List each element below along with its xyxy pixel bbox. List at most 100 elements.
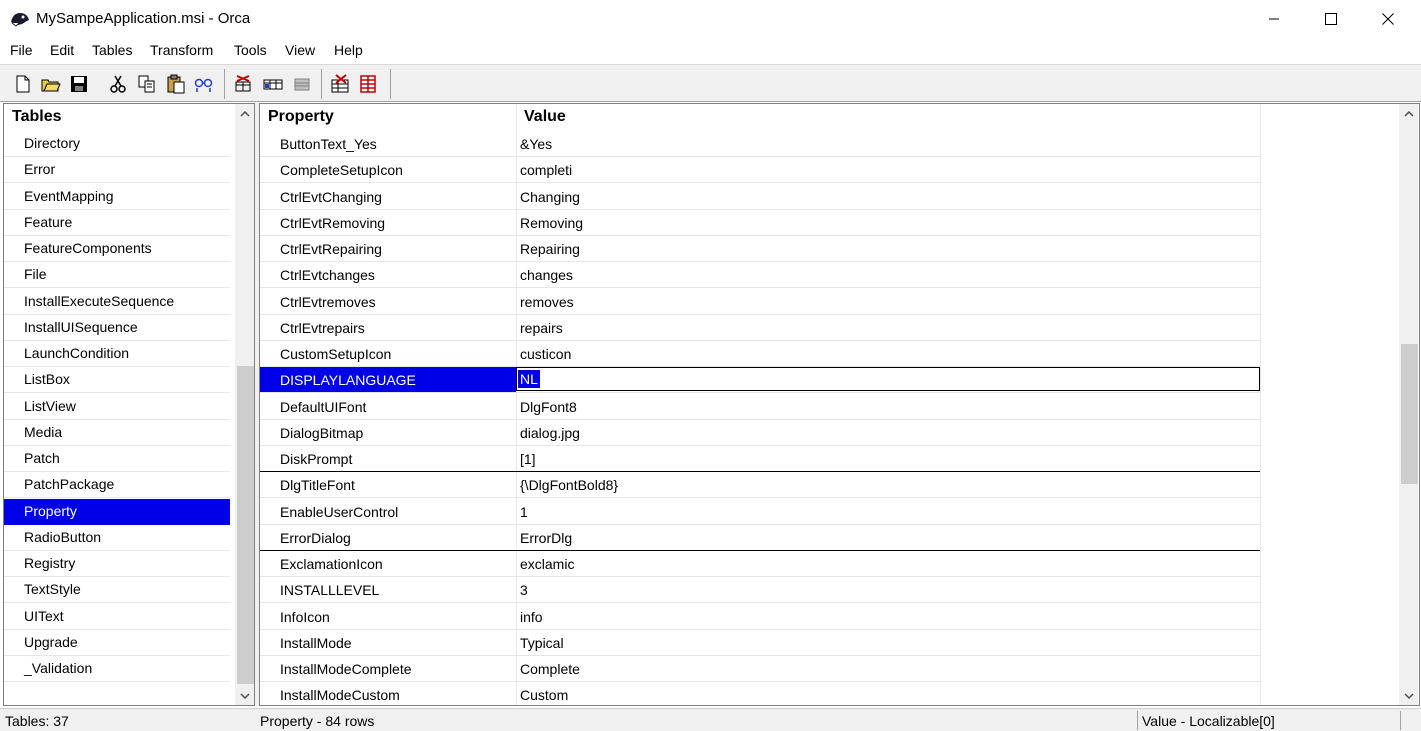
property-cell[interactable]: CustomSetupIcon xyxy=(280,346,391,362)
table-row[interactable]: CompleteSetupIcon completi xyxy=(260,157,1260,184)
table-row[interactable]: CtrlEvtrepairs repairs xyxy=(260,315,1260,341)
table-list-item[interactable]: EventMapping xyxy=(4,184,230,210)
table-list-item[interactable]: Media xyxy=(4,420,230,446)
table-row[interactable]: DiskPrompt [1] xyxy=(260,446,1260,472)
scroll-down-icon[interactable] xyxy=(235,686,254,705)
table-list-item[interactable]: Patch xyxy=(4,446,230,472)
open-icon[interactable] xyxy=(41,74,61,94)
table-row[interactable]: DefaultUIFont DlgFont8 xyxy=(260,394,1260,420)
table-row[interactable]: INSTALLLEVEL 3 xyxy=(260,577,1260,604)
property-cell[interactable]: ErrorDialog xyxy=(280,530,351,546)
value-cell[interactable]: Typical xyxy=(520,635,564,651)
table-row[interactable]: CtrlEvtchanges changes xyxy=(260,262,1260,289)
property-cell[interactable]: CtrlEvtChanging xyxy=(280,189,382,205)
grid-scroll-thumb[interactable] xyxy=(1401,344,1418,484)
table-list-item[interactable]: Property xyxy=(4,498,230,525)
column-header-value[interactable]: Value xyxy=(516,104,1260,130)
find-icon[interactable] xyxy=(194,74,214,94)
property-cell[interactable]: DiskPrompt xyxy=(280,451,352,467)
property-cell[interactable]: InfoIcon xyxy=(280,609,330,625)
table-row[interactable]: CtrlEvtRepairing Repairing xyxy=(260,236,1260,262)
property-cell[interactable]: CtrlEvtRepairing xyxy=(280,241,382,257)
table-list-item[interactable]: Directory xyxy=(4,131,230,157)
value-cell[interactable]: 3 xyxy=(520,582,528,598)
table-row[interactable]: InfoIcon info xyxy=(260,604,1260,630)
table-list-item[interactable]: RadioButton xyxy=(4,525,230,551)
property-cell[interactable]: ButtonText_Yes xyxy=(280,136,377,152)
table-row[interactable]: InstallMode Typical xyxy=(260,630,1260,656)
menu-edit[interactable]: Edit xyxy=(50,42,74,58)
value-edit-text[interactable]: NL xyxy=(518,370,540,389)
value-cell[interactable]: removes xyxy=(520,294,574,310)
property-cell[interactable]: DlgTitleFont xyxy=(280,477,355,493)
compare-icon[interactable] xyxy=(358,74,378,94)
property-cell[interactable]: CtrlEvtRemoving xyxy=(280,215,385,231)
value-cell[interactable]: Repairing xyxy=(520,241,580,257)
menu-transform[interactable]: Transform xyxy=(150,42,213,58)
table-row[interactable]: ExclamationIcon exclamic xyxy=(260,551,1260,577)
tables-icon[interactable] xyxy=(263,74,283,94)
value-cell[interactable]: info xyxy=(520,609,543,625)
maximize-button[interactable] xyxy=(1308,0,1354,38)
table-list-item[interactable]: Upgrade xyxy=(4,630,230,656)
value-cell[interactable]: changes xyxy=(520,267,573,283)
table-row[interactable]: ErrorDialog ErrorDlg xyxy=(260,525,1260,551)
table-list-item[interactable]: Feature xyxy=(4,210,230,236)
table-list-item[interactable]: InstallUISequence xyxy=(4,315,230,341)
table-list-item[interactable]: Error xyxy=(4,157,230,184)
table-row[interactable]: CtrlEvtremoves removes xyxy=(260,289,1260,315)
menu-view[interactable]: View xyxy=(285,42,315,58)
value-cell[interactable]: custicon xyxy=(520,346,571,362)
merge-icon[interactable] xyxy=(292,74,312,94)
property-cell[interactable]: ExclamationIcon xyxy=(280,556,383,572)
property-cell[interactable]: DialogBitmap xyxy=(280,425,363,441)
table-list-item[interactable]: FeatureComponents xyxy=(4,236,230,262)
property-cell[interactable]: InstallModeCustom xyxy=(280,687,400,703)
property-cell[interactable]: INSTALLLEVEL xyxy=(280,582,379,598)
table-list-item[interactable]: UIText xyxy=(4,604,230,630)
table-list-item[interactable]: PatchPackage xyxy=(4,472,230,499)
value-cell[interactable]: Custom xyxy=(520,687,568,703)
value-cell[interactable]: [1] xyxy=(520,451,536,467)
menu-help[interactable]: Help xyxy=(334,42,363,58)
property-cell[interactable]: CtrlEvtchanges xyxy=(280,267,375,283)
value-cell[interactable]: Changing xyxy=(520,189,580,205)
value-cell[interactable]: exclamic xyxy=(520,556,574,572)
table-list-item[interactable]: InstallExecuteSequence xyxy=(4,289,230,315)
property-cell[interactable]: InstallModeComplete xyxy=(280,661,412,677)
property-cell[interactable]: EnableUserControl xyxy=(280,504,398,520)
minimize-button[interactable] xyxy=(1251,0,1297,38)
grid-scrollbar[interactable] xyxy=(1399,104,1418,705)
value-edit-box[interactable] xyxy=(516,367,1260,392)
value-cell[interactable]: ErrorDlg xyxy=(520,530,572,546)
property-cell[interactable]: DefaultUIFont xyxy=(280,399,366,415)
value-cell[interactable]: DlgFont8 xyxy=(520,399,577,415)
new-icon[interactable] xyxy=(13,74,33,94)
copy-icon[interactable] xyxy=(137,74,157,94)
tables-scroll-thumb[interactable] xyxy=(237,366,254,684)
value-cell[interactable]: repairs xyxy=(520,320,563,336)
value-cell[interactable]: dialog.jpg xyxy=(520,425,580,441)
save-icon[interactable] xyxy=(69,74,89,94)
property-cell[interactable]: CtrlEvtremoves xyxy=(280,294,376,310)
tables-scrollbar[interactable] xyxy=(235,104,254,705)
scroll-down-icon[interactable] xyxy=(1399,686,1418,705)
table-row[interactable]: CtrlEvtRemoving Removing xyxy=(260,210,1260,236)
table-row[interactable]: CtrlEvtChanging Changing xyxy=(260,184,1260,210)
column-header-property[interactable]: Property xyxy=(260,104,516,130)
menu-tools[interactable]: Tools xyxy=(234,42,267,58)
table-row[interactable]: InstallModeCustom Custom xyxy=(260,682,1260,705)
property-cell[interactable]: InstallMode xyxy=(280,635,352,651)
table-list-item[interactable]: TextStyle xyxy=(4,577,230,604)
scroll-up-icon[interactable] xyxy=(235,104,254,123)
table-row[interactable]: EnableUserControl 1 xyxy=(260,499,1260,525)
value-cell[interactable]: completi xyxy=(520,162,572,178)
value-cell[interactable]: Complete xyxy=(520,661,580,677)
transform-icon[interactable] xyxy=(330,74,350,94)
property-cell[interactable]: CompleteSetupIcon xyxy=(280,162,403,178)
table-row[interactable]: DISPLAYLANGUAGE NL xyxy=(260,367,1260,394)
property-cell[interactable]: CtrlEvtrepairs xyxy=(280,320,365,336)
table-row[interactable]: DialogBitmap dialog.jpg xyxy=(260,420,1260,446)
value-cell[interactable]: {\DlgFontBold8} xyxy=(520,477,618,493)
cut-icon[interactable] xyxy=(108,74,128,94)
